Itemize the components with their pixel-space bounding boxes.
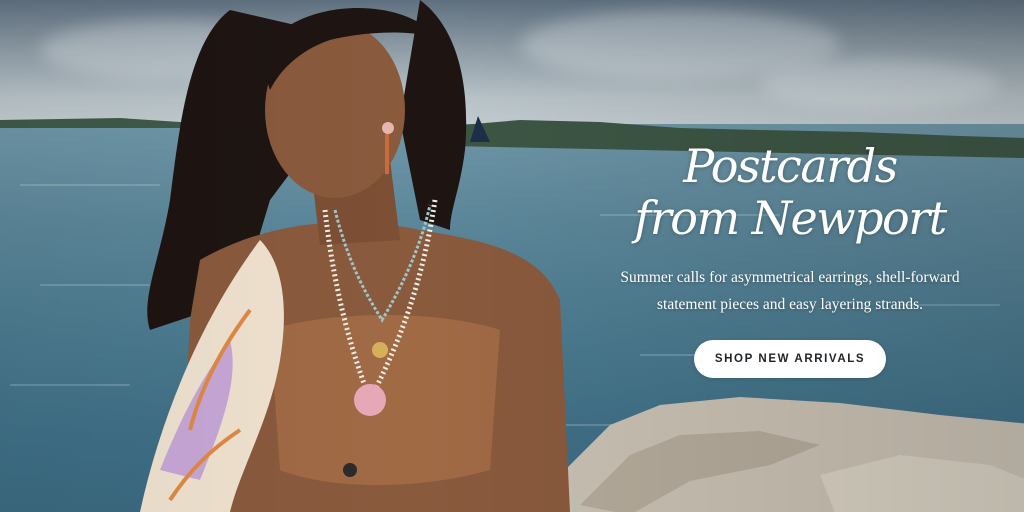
hero-subcopy: Summer calls for asymmetrical earrings, … xyxy=(600,264,980,318)
hero-copy: Postcards from Newport Summer calls for … xyxy=(600,140,980,378)
shop-new-arrivals-button[interactable]: SHOP NEW ARRIVALS xyxy=(693,340,887,378)
coastal-rock xyxy=(537,397,1024,512)
subcopy-line-1: Summer calls for asymmetrical earrings, … xyxy=(620,269,960,286)
wave xyxy=(10,384,130,386)
cloud xyxy=(760,60,1000,110)
model-photo xyxy=(140,0,570,512)
hero-banner: Postcards from Newport Summer calls for … xyxy=(0,0,1024,512)
headline-line-1: Postcards xyxy=(683,139,898,193)
headline-line-2: from Newport xyxy=(634,191,947,245)
hero-headline: Postcards from Newport xyxy=(600,140,980,244)
subcopy-line-2: statement pieces and easy layering stran… xyxy=(657,296,923,313)
